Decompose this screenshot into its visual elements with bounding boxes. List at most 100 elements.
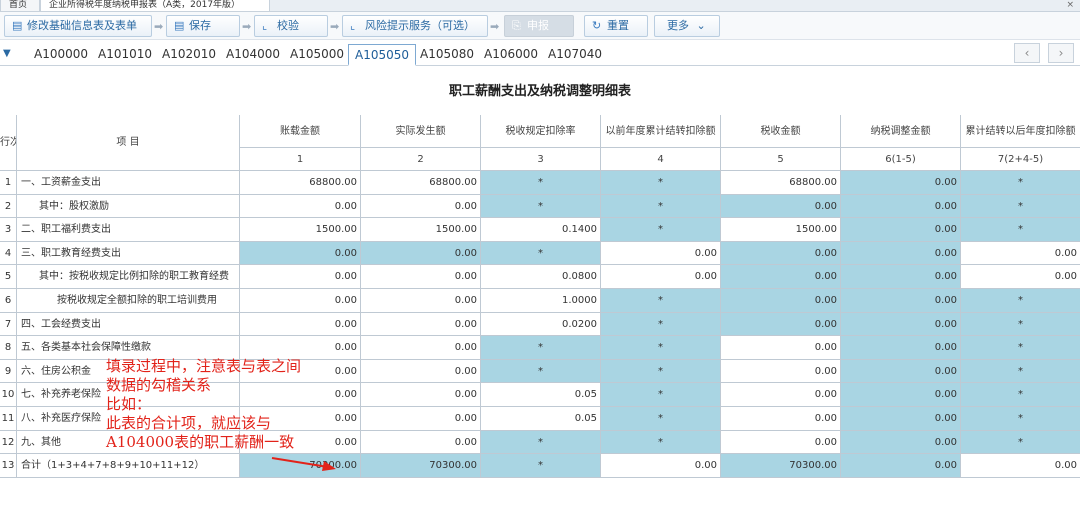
- row-8-col-3-cell: *: [481, 336, 601, 360]
- header-col-6-name: 纳税调整金额: [841, 115, 961, 148]
- tab-a102010[interactable]: A102010: [156, 44, 222, 66]
- row-3-col-2-cell[interactable]: 1500.00: [361, 218, 481, 242]
- row-5-col-1-cell[interactable]: 0.00: [240, 265, 361, 289]
- row-4-col-4-cell[interactable]: 0.00: [601, 242, 721, 265]
- risk-chart-icon: ⌞: [350, 19, 356, 32]
- row-4-col-7-cell[interactable]: 0.00: [961, 242, 1080, 265]
- row-9-col-5-cell[interactable]: 0.00: [721, 360, 841, 383]
- tab-a105000[interactable]: A105000: [284, 44, 350, 66]
- row-12-col-5-cell[interactable]: 0.00: [721, 431, 841, 454]
- row-10-col-1-cell[interactable]: 0.00: [240, 383, 361, 407]
- tab-a105050[interactable]: A105050: [348, 44, 417, 66]
- row-12-col-2-cell[interactable]: 0.00: [361, 431, 481, 454]
- header-col-6-num: 6(1-5): [841, 148, 961, 171]
- reset-label: 重置: [607, 19, 629, 32]
- row-2-col-2-cell[interactable]: 0.00: [361, 195, 481, 218]
- row-10-no: 10: [0, 383, 17, 407]
- row-11-col-6-cell: 0.00: [841, 407, 961, 431]
- row-11-col-5-cell[interactable]: 0.00: [721, 407, 841, 431]
- header-col-7-name: 累计结转以后年度扣除额: [961, 115, 1080, 148]
- tab-a101010[interactable]: A101010: [92, 44, 158, 66]
- row-12-col-7-cell: *: [961, 431, 1080, 454]
- row-13-col-7-cell[interactable]: 0.00: [961, 454, 1080, 478]
- row-12-no: 12: [0, 431, 17, 454]
- row-13-col-6-cell: 0.00: [841, 454, 961, 478]
- row-5-col-7-cell[interactable]: 0.00: [961, 265, 1080, 289]
- row-2-col-3-cell: *: [481, 195, 601, 218]
- row-1-col-2-cell[interactable]: 68800.00: [361, 171, 481, 195]
- row-3-col-6-cell: 0.00: [841, 218, 961, 242]
- row-3-col-1-cell[interactable]: 1500.00: [240, 218, 361, 242]
- row-6-col-6-cell: 0.00: [841, 289, 961, 313]
- row-8-col-2-cell[interactable]: 0.00: [361, 336, 481, 360]
- tab-a104000[interactable]: A104000: [220, 44, 286, 66]
- row-9-col-4-cell: *: [601, 360, 721, 383]
- save-button[interactable]: ▤ 保存: [166, 15, 240, 37]
- row-6-col-7-cell: *: [961, 289, 1080, 313]
- tab-a105080[interactable]: A105080: [414, 44, 480, 66]
- row-4-item: 三、职工教育经费支出: [17, 242, 240, 265]
- row-7-col-1-cell[interactable]: 0.00: [240, 313, 361, 336]
- risk-service-button[interactable]: ⌞ 风险提示服务（可选）: [342, 15, 488, 37]
- form-tabs: ▼ A100000 A101010 A102010 A104000 A10500…: [0, 40, 1080, 66]
- row-10-col-3-cell[interactable]: 0.05: [481, 383, 601, 407]
- row-2-col-1-cell[interactable]: 0.00: [240, 195, 361, 218]
- row-6-col-3-cell[interactable]: 1.0000: [481, 289, 601, 313]
- row-5-col-2-cell[interactable]: 0.00: [361, 265, 481, 289]
- tab-a100000[interactable]: A100000: [28, 44, 94, 66]
- row-9-col-2-cell[interactable]: 0.00: [361, 360, 481, 383]
- page-title: 职工薪酬支出及纳税调整明细表: [448, 84, 631, 99]
- row-11-col-3-cell[interactable]: 0.05: [481, 407, 601, 431]
- header-col-1-name: 账载金额: [240, 115, 361, 148]
- row-7-col-4-cell: *: [601, 313, 721, 336]
- row-7-no: 7: [0, 313, 17, 336]
- row-2-col-6-cell: 0.00: [841, 195, 961, 218]
- header-row-no: 行次: [0, 115, 17, 171]
- tab-a106000[interactable]: A106000: [478, 44, 544, 66]
- submit-button[interactable]: ⎘ 申报: [504, 15, 574, 37]
- edit-basic-info-button[interactable]: ▤ 修改基础信息表及表单: [4, 15, 152, 37]
- row-11-no: 11: [0, 407, 17, 431]
- row-10-col-5-cell[interactable]: 0.00: [721, 383, 841, 407]
- row-7-col-3-cell[interactable]: 0.0200: [481, 313, 601, 336]
- row-6-no: 6: [0, 289, 17, 313]
- row-5-col-5-cell: 0.00: [721, 265, 841, 289]
- edit-basic-info-label: 修改基础信息表及表单: [27, 19, 137, 32]
- row-7-col-2-cell[interactable]: 0.00: [361, 313, 481, 336]
- close-icon[interactable]: ×: [1066, 0, 1074, 10]
- next-tab-button[interactable]: ›: [1048, 43, 1074, 63]
- window-tab-tax-return[interactable]: 企业所得税年度纳税申报表（A类，2017年版）: [40, 0, 270, 12]
- row-9-col-6-cell: 0.00: [841, 360, 961, 383]
- row-8-col-5-cell[interactable]: 0.00: [721, 336, 841, 360]
- validate-button[interactable]: ⌞ 校验: [254, 15, 328, 37]
- row-12-col-6-cell: 0.00: [841, 431, 961, 454]
- row-11-col-2-cell[interactable]: 0.00: [361, 407, 481, 431]
- row-1-col-1-cell[interactable]: 68800.00: [240, 171, 361, 195]
- row-2-col-5-cell: 0.00: [721, 195, 841, 218]
- reset-button[interactable]: ↻ 重置: [584, 15, 648, 37]
- row-7-col-6-cell: 0.00: [841, 313, 961, 336]
- row-7-col-5-cell: 0.00: [721, 313, 841, 336]
- row-6-col-2-cell[interactable]: 0.00: [361, 289, 481, 313]
- row-5-col-4-cell[interactable]: 0.00: [601, 265, 721, 289]
- tab-a107040[interactable]: A107040: [542, 44, 608, 66]
- row-6-col-1-cell[interactable]: 0.00: [240, 289, 361, 313]
- row-5-col-3-cell[interactable]: 0.0800: [481, 265, 601, 289]
- more-button[interactable]: 更多 ⌄: [654, 15, 720, 37]
- row-10-col-6-cell: 0.00: [841, 383, 961, 407]
- row-10-col-2-cell[interactable]: 0.00: [361, 383, 481, 407]
- header-item: 项 目: [17, 115, 240, 171]
- row-13-col-4-cell[interactable]: 0.00: [601, 454, 721, 478]
- row-3-col-5-cell[interactable]: 1500.00: [721, 218, 841, 242]
- row-1-col-5-cell[interactable]: 68800.00: [721, 171, 841, 195]
- row-7-item: 四、工会经费支出: [17, 313, 240, 336]
- window-tab-home[interactable]: 首页: [0, 0, 40, 12]
- row-3-col-3-cell[interactable]: 0.1400: [481, 218, 601, 242]
- pin-icon[interactable]: ▼: [3, 49, 13, 59]
- row-3-col-7-cell: *: [961, 218, 1080, 242]
- row-4-col-1-cell: 0.00: [240, 242, 361, 265]
- row-1-col-6-cell: 0.00: [841, 171, 961, 195]
- row-2-col-7-cell: *: [961, 195, 1080, 218]
- prev-tab-button[interactable]: ‹: [1014, 43, 1040, 63]
- refresh-icon: ↻: [592, 19, 602, 32]
